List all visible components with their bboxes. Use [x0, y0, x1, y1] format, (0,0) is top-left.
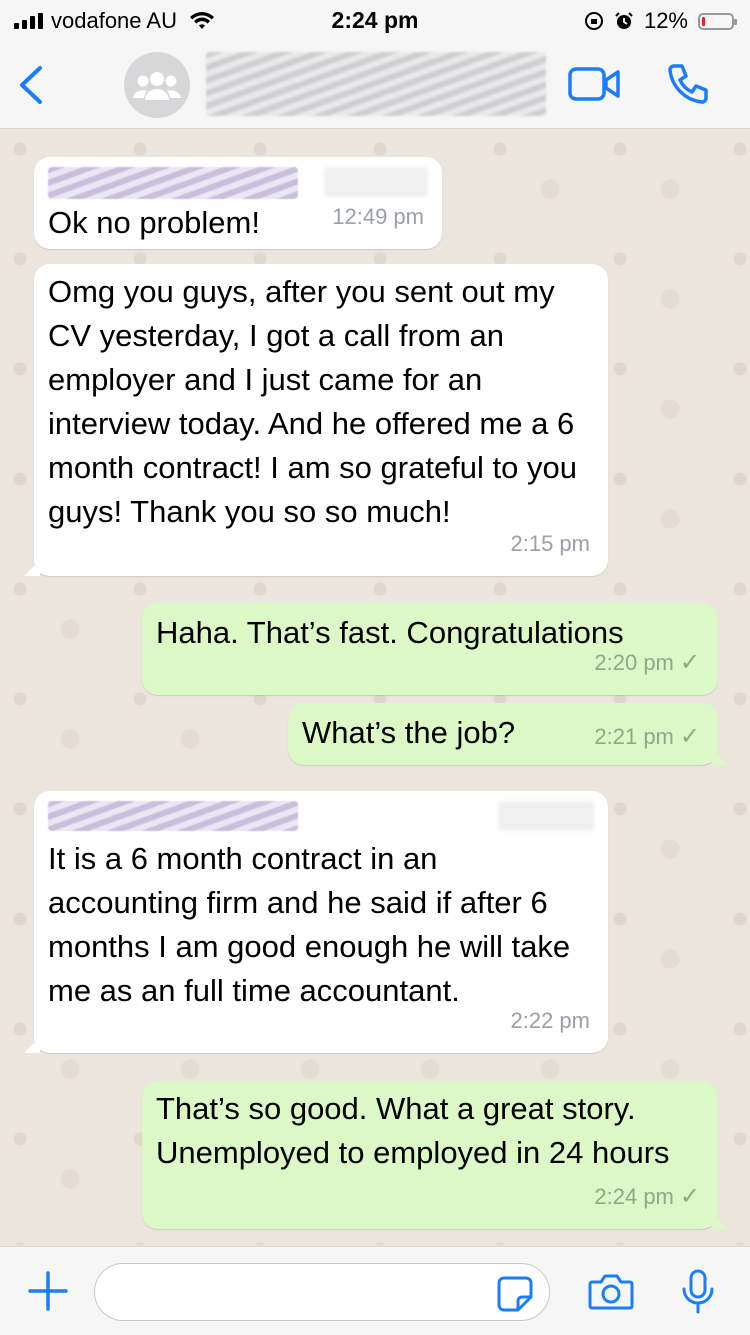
message-text: It is a 6 month contract in an accountin… [48, 841, 571, 1008]
message-meta: 2:20 pm ✓ [594, 641, 700, 685]
status-right: 12% [584, 8, 737, 34]
message-meta: 2:24 pm ✓ [594, 1175, 700, 1219]
bubble-tail [24, 1037, 40, 1053]
bubble-tail [24, 560, 40, 576]
message-text: That’s so good. What a great story. Unem… [156, 1091, 670, 1170]
message-outgoing[interactable]: That’s so good. What a great story. Unem… [142, 1081, 728, 1229]
message-time: 2:21 pm [594, 724, 674, 749]
battery-fill [702, 16, 705, 26]
group-icon [133, 72, 181, 100]
message-incoming[interactable]: Ok no problem! 12:49 pm [34, 157, 442, 249]
battery-icon [698, 12, 737, 30]
message-meta: 2:21 pm ✓ [594, 715, 700, 759]
message-text: Omg you guys, after you sent out my CV y… [48, 274, 577, 529]
sender-name-redacted [48, 801, 298, 831]
message-time: 2:15 pm [510, 531, 591, 556]
bubble-tail [712, 1213, 728, 1229]
message-time: 2:22 pm [510, 1008, 591, 1033]
message-time: 2:20 pm [594, 650, 674, 675]
plus-icon[interactable] [28, 1271, 68, 1311]
message-input[interactable] [94, 1263, 550, 1321]
message-time: 2:24 pm [594, 1184, 674, 1209]
chat-area[interactable]: Ok no problem! 12:49 pm Omg you guys, af… [0, 129, 750, 1245]
message-incoming[interactable]: Omg you guys, after you sent out my CV y… [24, 264, 608, 576]
group-avatar[interactable] [124, 52, 190, 118]
alarm-icon [615, 12, 633, 29]
sent-check-icon: ✓ [679, 723, 700, 750]
battery-percent: 12% [643, 8, 688, 33]
message-time: 12:49 pm [332, 204, 424, 229]
sent-check-icon: ✓ [679, 649, 700, 676]
contact-name-redacted[interactable] [206, 52, 546, 116]
message-outgoing[interactable]: What’s the job? 2:21 pm ✓ [288, 703, 728, 765]
status-bar: vodafone AU 2:24 pm 12% [0, 0, 750, 40]
chat-header [0, 40, 750, 129]
sent-check-icon: ✓ [679, 1183, 700, 1210]
video-camera-icon[interactable] [568, 66, 620, 102]
message-outgoing[interactable]: Haha. That’s fast. Congratulations 2:20 … [142, 603, 718, 695]
sender-phone-redacted [498, 801, 594, 831]
orientation-lock-icon [584, 12, 603, 30]
camera-icon[interactable] [588, 1273, 634, 1311]
chevron-left-icon[interactable] [14, 64, 48, 106]
microphone-icon[interactable] [680, 1269, 716, 1315]
input-bar [0, 1246, 750, 1335]
sender-name-redacted [48, 167, 298, 199]
sticker-icon[interactable] [496, 1275, 534, 1313]
sender-phone-redacted [324, 167, 428, 197]
message-incoming[interactable]: It is a 6 month contract in an accountin… [24, 791, 608, 1053]
phone-icon[interactable] [664, 62, 710, 108]
bubble-tail [712, 749, 728, 765]
